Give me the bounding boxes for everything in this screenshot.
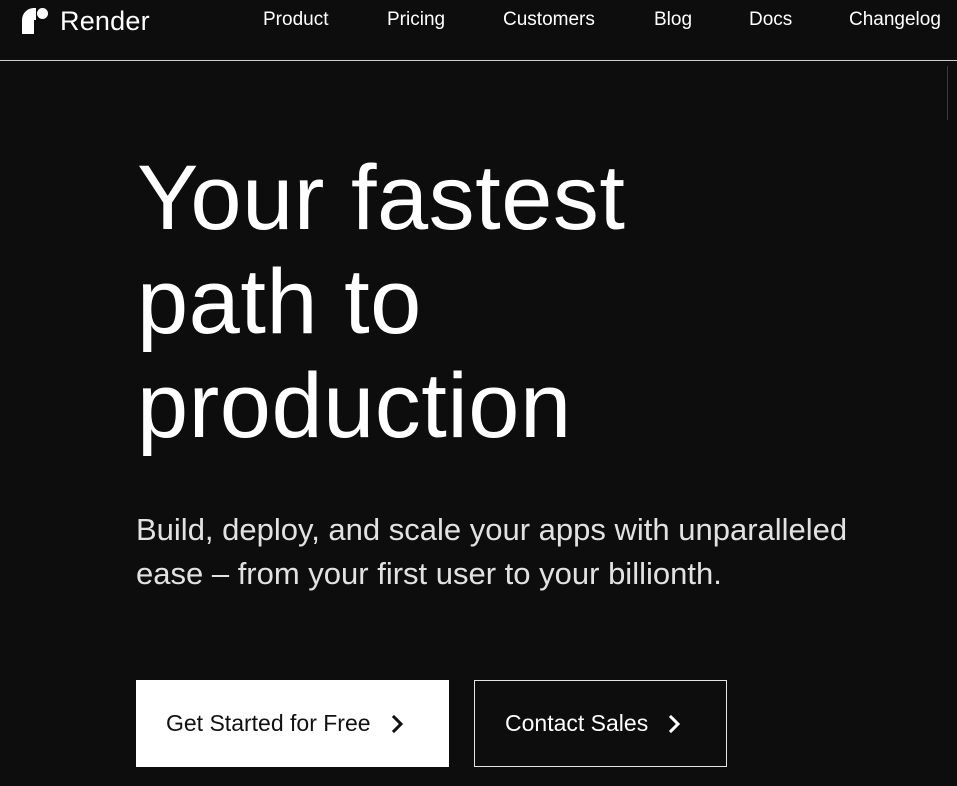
brand-name: Render xyxy=(60,5,150,36)
render-logo-link[interactable]: Render xyxy=(22,6,150,36)
side-panel-edge xyxy=(947,66,957,120)
hero-subtitle-line: ease – from your first user to your bill… xyxy=(136,556,722,591)
hero-title: Your fastest path to production xyxy=(137,146,625,458)
nav-item-blog[interactable]: Blog xyxy=(654,8,692,32)
get-started-label: Get Started for Free xyxy=(166,710,371,736)
hero-title-line: path to xyxy=(137,251,422,353)
contact-sales-button[interactable]: Contact Sales xyxy=(474,680,727,767)
nav-item-docs[interactable]: Docs xyxy=(749,8,792,32)
render-logo-icon xyxy=(22,8,48,34)
nav-item-pricing[interactable]: Pricing xyxy=(387,8,445,32)
chevron-right-icon xyxy=(669,714,681,733)
chevron-right-icon xyxy=(391,714,403,733)
hero-title-line: Your fastest xyxy=(137,147,626,249)
contact-sales-label: Contact Sales xyxy=(505,710,649,736)
nav-item-product[interactable]: Product xyxy=(263,8,328,32)
hero-title-line: production xyxy=(137,355,572,457)
nav-item-customers[interactable]: Customers xyxy=(503,8,595,32)
nav-item-changelog[interactable]: Changelog xyxy=(849,8,941,32)
get-started-button[interactable]: Get Started for Free xyxy=(136,680,449,767)
hero-subtitle: Build, deploy, and scale your apps with … xyxy=(136,508,896,596)
hero-subtitle-line: Build, deploy, and scale your apps with … xyxy=(136,512,848,547)
top-navigation-bar: Render Product Pricing Customers Blog Do… xyxy=(0,0,957,61)
